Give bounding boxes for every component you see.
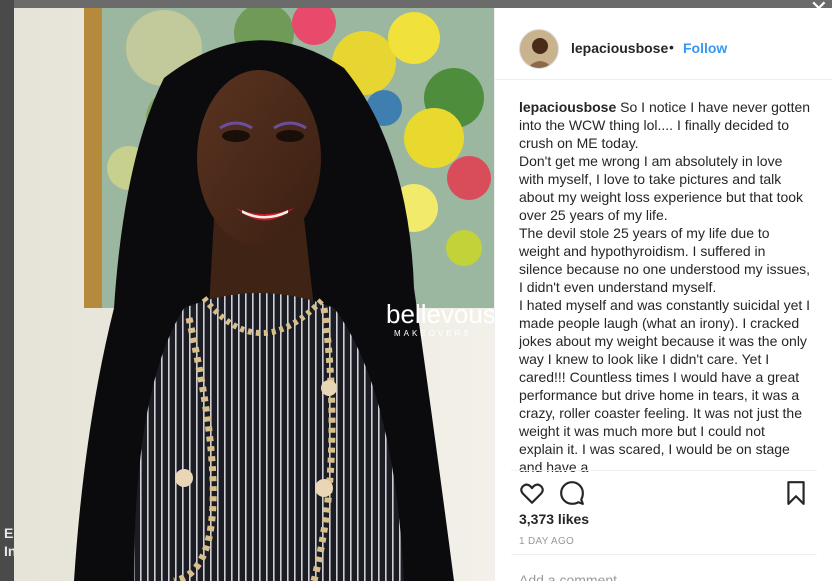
post-age[interactable]: 1 DAY AGO — [519, 536, 574, 547]
divider — [511, 554, 817, 555]
likes-count[interactable]: 3,373 likes — [519, 511, 589, 527]
background-page — [0, 0, 832, 8]
caption-paragraph: Don't get me wrong I am absolutely in lo… — [519, 153, 804, 223]
caption-username[interactable]: lepaciousbose — [519, 99, 616, 115]
comment-icon[interactable] — [559, 480, 585, 506]
divider — [511, 470, 817, 471]
post-modal: bellevous MAKEOVERS lepaciousbose • Foll… — [14, 8, 832, 581]
follow-button[interactable]: Follow — [683, 40, 727, 56]
avatar[interactable] — [519, 29, 559, 69]
caption-paragraph: I hated myself and was constantly suicid… — [519, 297, 811, 472]
bookmark-icon[interactable] — [783, 480, 809, 506]
separator-dot: • — [669, 39, 674, 55]
post-photo[interactable]: bellevous MAKEOVERS — [14, 8, 494, 581]
post-image: bellevous MAKEOVERS — [14, 8, 494, 581]
add-comment-input[interactable]: Add a comment... — [519, 572, 629, 581]
avatar-image — [520, 30, 558, 68]
watermark-sub: MAKEOVERS — [394, 329, 472, 338]
username-link[interactable]: lepaciousbose — [571, 40, 668, 56]
post-header: lepaciousbose • Follow — [495, 8, 832, 80]
close-icon[interactable]: ✕ — [810, 0, 828, 20]
watermark-logo: bellevous — [386, 299, 494, 329]
caption-paragraph: lepaciousbose So I notice I have never g… — [519, 98, 811, 152]
post-panel: lepaciousbose • Follow lepaciousbose So … — [494, 8, 832, 581]
caption-paragraph: The devil stole 25 years of my life due … — [519, 225, 811, 295]
heart-icon[interactable] — [519, 480, 545, 506]
background-page-left: E In — [0, 0, 16, 581]
action-bar — [519, 480, 809, 506]
post-caption: lepaciousbose So I notice I have never g… — [519, 98, 811, 472]
